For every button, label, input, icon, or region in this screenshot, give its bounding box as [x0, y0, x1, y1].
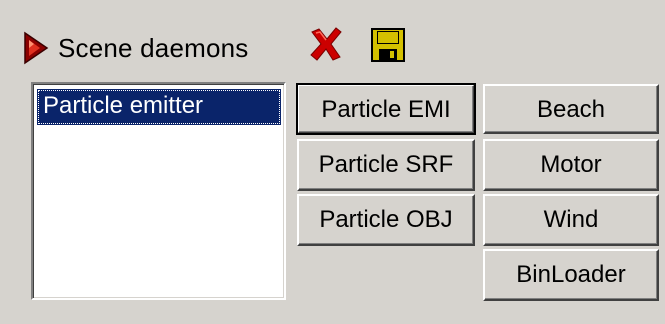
particle-obj-button[interactable]: Particle OBJ — [297, 194, 475, 246]
wind-button[interactable]: Wind — [483, 194, 659, 246]
floppy-disk-icon[interactable] — [368, 25, 408, 65]
daemon-listbox[interactable]: Particle emitter — [31, 82, 286, 300]
panel-title: Scene daemons — [58, 32, 249, 63]
motor-button[interactable]: Motor — [483, 139, 659, 191]
arrow-right-icon[interactable] — [22, 30, 50, 66]
panel-header: Scene daemons — [22, 26, 249, 70]
binloader-button[interactable]: BinLoader — [483, 249, 659, 301]
scene-daemons-panel: Scene daemons Particle emitter Particle … — [0, 0, 665, 324]
delete-icon[interactable] — [306, 24, 346, 64]
beach-button[interactable]: Beach — [483, 84, 659, 134]
list-item-particle-emitter[interactable]: Particle emitter — [37, 89, 281, 125]
particle-srf-button[interactable]: Particle SRF — [297, 139, 475, 191]
particle-emi-button[interactable]: Particle EMI — [296, 83, 476, 135]
